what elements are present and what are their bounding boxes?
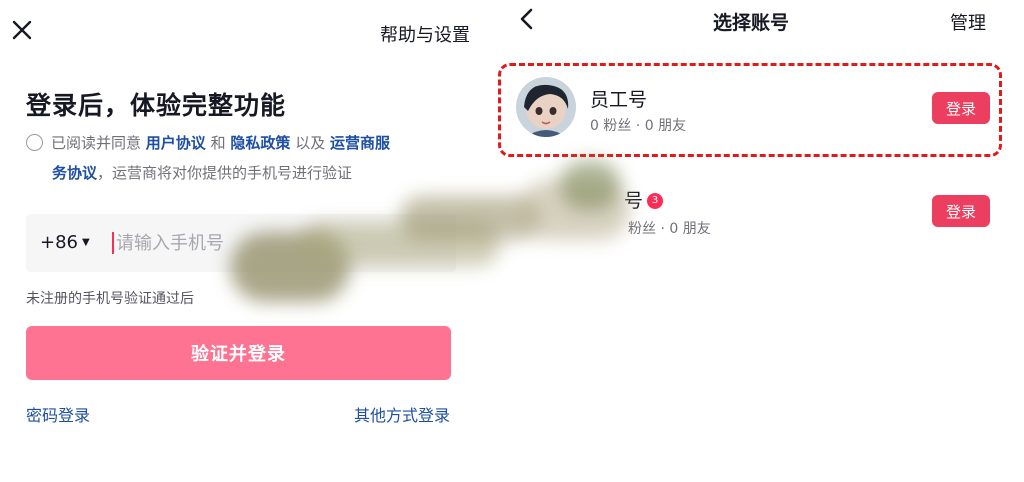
verify-login-button[interactable]: 验证并登录: [26, 326, 451, 380]
text-cursor: [112, 232, 114, 254]
redaction-blur: [560, 160, 620, 210]
caret-down-icon: ▼: [82, 237, 90, 248]
account-stats: 粉丝 · 0 朋友: [628, 221, 711, 237]
country-code: +86: [40, 232, 78, 253]
page-title: 登录后，体验完整功能: [26, 91, 287, 120]
carrier-agreement-link-part2[interactable]: 务协议: [52, 164, 97, 182]
account-select-panel: 选择账号 管理 员工号 0 粉丝 · 0 朋友 登录 号3 粉丝 · 0 朋友 …: [486, 0, 1024, 482]
password-login-link[interactable]: 密码登录: [26, 402, 90, 426]
agree-radio[interactable]: [26, 134, 43, 151]
close-icon[interactable]: [10, 18, 34, 42]
and-also-text: 以及: [295, 134, 326, 152]
account-row[interactable]: 员工号 0 粉丝 · 0 朋友 登录: [486, 67, 1024, 153]
and-text: 和: [210, 134, 226, 152]
page-title: 选择账号: [712, 12, 789, 34]
account-login-button[interactable]: 登录: [932, 195, 990, 227]
country-code-selector[interactable]: +86 ▼: [40, 232, 90, 253]
user-agreement-link[interactable]: 用户协议: [146, 134, 206, 152]
carrier-agreement-link-part1[interactable]: 运营商服: [330, 134, 390, 152]
notification-badge: 3: [647, 193, 664, 209]
redaction-blur: [400, 196, 540, 240]
help-settings-link[interactable]: 帮助与设置: [380, 21, 470, 47]
privacy-policy-link[interactable]: 隐私政策: [230, 134, 290, 152]
agree-suffix: ，运营商将对你提供的手机号进行验证: [97, 164, 353, 182]
account-stats: 0 粉丝 · 0 朋友: [590, 118, 687, 134]
account-login-button[interactable]: 登录: [932, 92, 990, 124]
agreement-text: 已阅读并同意 用户协议 和 隐私政策 以及 运营商服 务协议，运营商将对你提供的…: [26, 128, 476, 188]
agree-prefix: 已阅读并同意: [51, 134, 142, 152]
other-login-link[interactable]: 其他方式登录: [354, 402, 450, 426]
registration-hint: 未注册的手机号验证通过后: [26, 291, 194, 307]
account-name: 员工号: [590, 89, 648, 111]
avatar: [516, 77, 576, 137]
manage-button[interactable]: 管理: [950, 9, 986, 35]
